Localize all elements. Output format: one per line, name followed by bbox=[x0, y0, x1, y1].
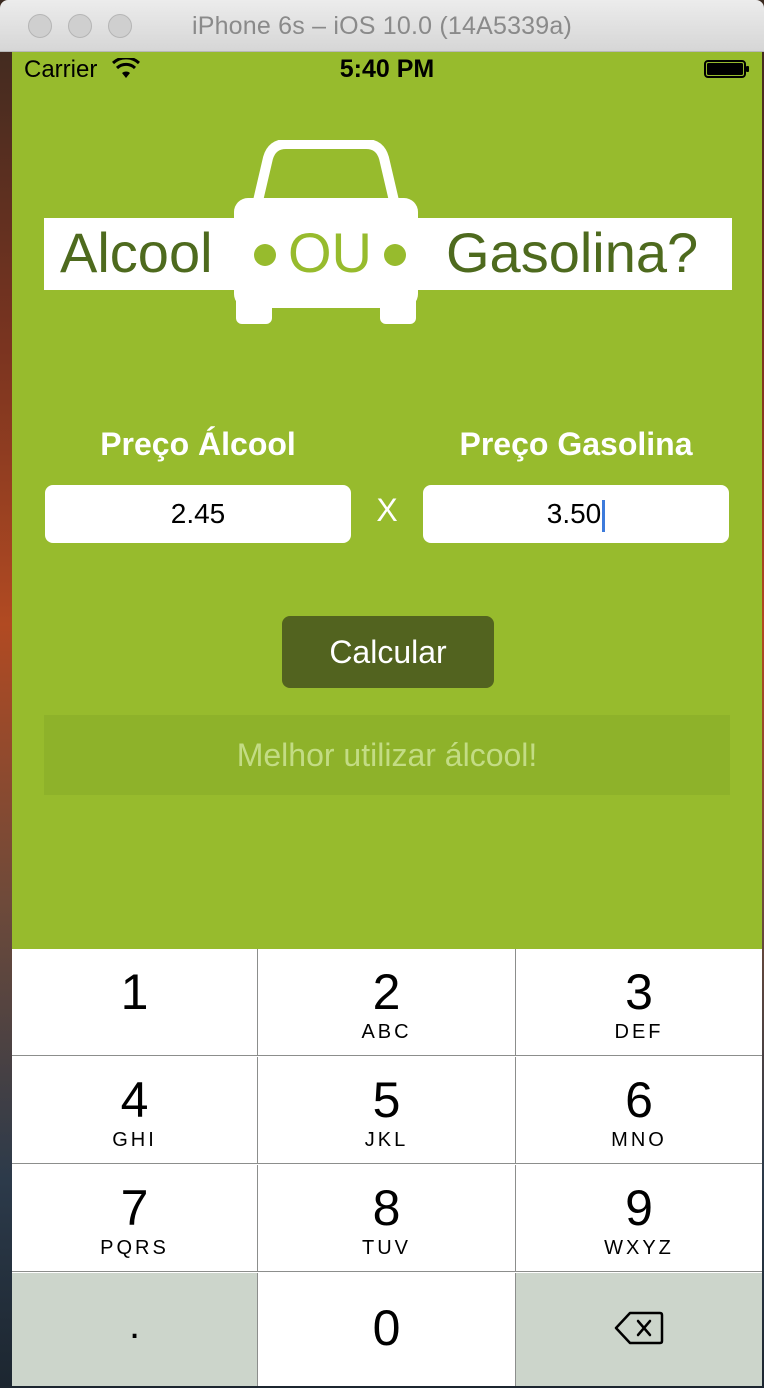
key-digit: 0 bbox=[372, 1300, 401, 1356]
text-cursor bbox=[602, 499, 606, 532]
logo-word-ou: OU bbox=[288, 221, 372, 284]
numeric-keypad: 1 2 ABC 3 DEF 4 GHI 5 JKL 6 MNO 7 PQRS 8… bbox=[12, 949, 762, 1386]
calculate-button[interactable]: Calcular bbox=[282, 616, 494, 688]
key-digit: 1 bbox=[120, 964, 149, 1020]
logo-word-alcool: Alcool bbox=[60, 221, 213, 284]
key-2[interactable]: 2 ABC bbox=[258, 949, 516, 1056]
versus-separator: X bbox=[376, 492, 398, 528]
key-3[interactable]: 3 DEF bbox=[516, 949, 762, 1056]
key-digit: 4 bbox=[120, 1072, 149, 1128]
key-letters: TUV bbox=[362, 1237, 411, 1259]
result-message: Melhor utilizar álcool! bbox=[44, 715, 730, 795]
key-9[interactable]: 9 WXYZ bbox=[516, 1165, 762, 1272]
key-delete[interactable] bbox=[516, 1273, 762, 1386]
key-8[interactable]: 8 TUV bbox=[258, 1165, 516, 1272]
key-digit: 3 bbox=[625, 964, 653, 1020]
app-logo: Alcool OU Gasolina? bbox=[44, 140, 732, 325]
window-titlebar: iPhone 6s – iOS 10.0 (14A5339a) bbox=[0, 0, 764, 52]
gasolina-price-value: 3.50 bbox=[546, 498, 602, 529]
key-letters: DEF bbox=[614, 1021, 664, 1043]
iphone-screen: Carrier 5:40 PM Alcool OU Gasolina? Preç… bbox=[12, 52, 762, 1386]
key-1[interactable]: 1 bbox=[12, 949, 258, 1056]
status-time: 5:40 PM bbox=[339, 55, 435, 83]
key-letters: JKL bbox=[364, 1129, 409, 1151]
logo-dot-icon bbox=[254, 244, 276, 266]
key-letters: GHI bbox=[112, 1129, 157, 1151]
key-decimal-point[interactable]: . bbox=[12, 1273, 258, 1386]
key-letters: MNO bbox=[611, 1129, 667, 1151]
key-digit: 9 bbox=[625, 1180, 653, 1236]
status-bar: Carrier 5:40 PM bbox=[12, 52, 762, 92]
alcool-price-label: Preço Álcool bbox=[100, 426, 296, 462]
logo-word-gasolina: Gasolina? bbox=[446, 221, 699, 284]
logo-dot-icon bbox=[384, 244, 406, 266]
simulator-window: iPhone 6s – iOS 10.0 (14A5339a) Carrier … bbox=[0, 0, 764, 1388]
alcool-price-field[interactable]: 2.45 bbox=[45, 485, 351, 543]
key-digit: 7 bbox=[120, 1180, 149, 1236]
key-0[interactable]: 0 bbox=[258, 1273, 516, 1386]
key-letters: WXYZ bbox=[604, 1237, 674, 1259]
gasolina-price-field[interactable]: 3.50 bbox=[423, 485, 729, 543]
key-5[interactable]: 5 JKL bbox=[258, 1057, 516, 1164]
key-dot-label: . bbox=[128, 1303, 141, 1347]
key-letters: ABC bbox=[361, 1021, 412, 1043]
key-digit: 8 bbox=[372, 1180, 401, 1236]
key-7[interactable]: 7 PQRS bbox=[12, 1165, 258, 1272]
key-4[interactable]: 4 GHI bbox=[12, 1057, 258, 1164]
battery-icon bbox=[704, 60, 749, 78]
key-6[interactable]: 6 MNO bbox=[516, 1057, 762, 1164]
window-title: iPhone 6s – iOS 10.0 (14A5339a) bbox=[191, 12, 573, 40]
gasolina-price-label: Preço Gasolina bbox=[459, 426, 693, 462]
alcool-price-value: 2.45 bbox=[170, 498, 226, 529]
key-letters: PQRS bbox=[100, 1237, 169, 1259]
key-digit: 6 bbox=[625, 1072, 653, 1128]
key-digit: 5 bbox=[372, 1072, 401, 1128]
backspace-icon bbox=[614, 1311, 664, 1345]
key-digit: 2 bbox=[372, 964, 401, 1020]
